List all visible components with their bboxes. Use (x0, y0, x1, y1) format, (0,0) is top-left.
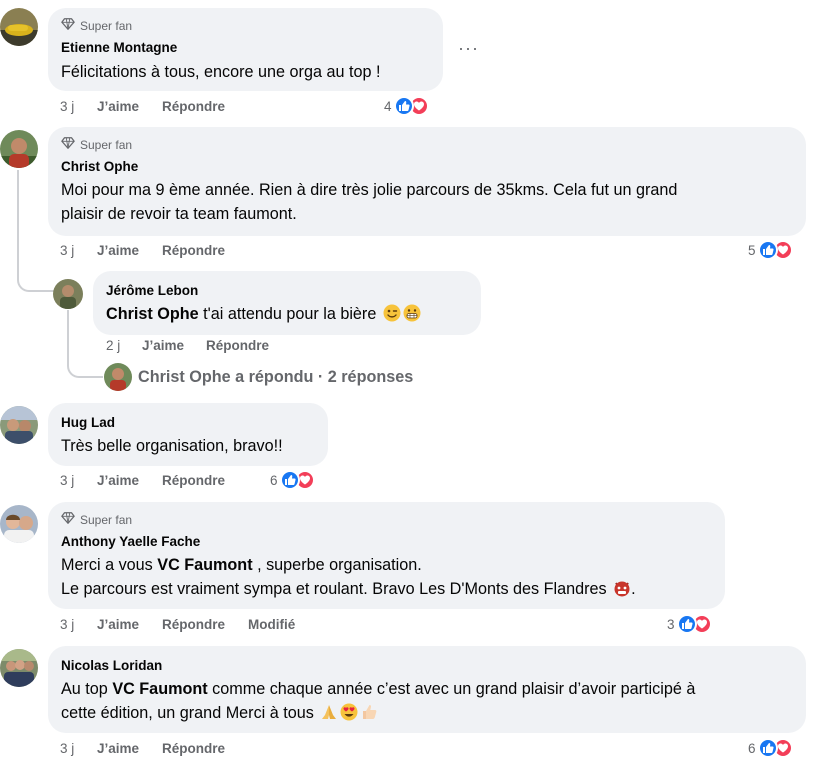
reactions-summary[interactable]: 6 (270, 470, 315, 490)
view-replies-link[interactable]: Christ Ophe a répondu · 2 réponses (138, 368, 413, 387)
reactions-summary[interactable]: 5 (748, 240, 793, 260)
comment-text: Très belle organisation, bravo!! (61, 437, 283, 455)
badge-label: Super fan (80, 18, 133, 33)
reply-button[interactable]: Répondre (162, 741, 225, 756)
like-button[interactable]: J’aime (97, 741, 139, 756)
reactions-summary[interactable]: 6 (748, 738, 793, 758)
reactions-count: 5 (748, 242, 756, 258)
mention-link[interactable]: Christ Ophe (106, 305, 199, 323)
comment-text: Moi pour ma 9 ème année. Rien à dire trè… (61, 181, 678, 223)
comment-author[interactable]: Anthony Yaelle Fache (61, 534, 200, 549)
badge-label: Super fan (80, 512, 133, 527)
reply-text: Christ Ophe t'ai attendu pour la bière (106, 302, 421, 326)
reactions-count: 6 (270, 472, 278, 488)
thumbs-up-icon (279, 470, 300, 490)
avatar[interactable] (53, 279, 83, 309)
reply-button[interactable]: Répondre (162, 473, 225, 488)
comment-text: Félicitations à tous, encore une orga au… (61, 63, 381, 81)
like-button[interactable]: J’aime (142, 338, 184, 353)
thumbs-up-emoji (360, 703, 378, 721)
avatar[interactable] (0, 8, 38, 46)
reply-button[interactable]: Répondre (206, 338, 269, 353)
thumbs-up-icon (757, 738, 778, 758)
more-options-icon[interactable]: ··· (458, 38, 479, 59)
avatar[interactable] (0, 505, 38, 543)
super-fan-badge[interactable]: Super fan (61, 511, 132, 528)
comment-time[interactable]: 3 j (60, 99, 74, 114)
reactions-count: 6 (748, 740, 756, 756)
avatar[interactable] (0, 130, 38, 168)
reactions-summary[interactable]: 4 (384, 96, 429, 116)
comment-text: Merci a vous VC Faumont , superbe organi… (61, 556, 636, 598)
reply-button[interactable]: Répondre (162, 99, 225, 114)
diamond-icon (61, 17, 75, 34)
super-fan-badge[interactable]: Super fan (61, 17, 132, 34)
comment-text: Au top VC Faumont comme chaque année c’e… (61, 680, 696, 722)
edited-label[interactable]: Modifié (248, 617, 295, 632)
comment-author[interactable]: Christ Ophe (61, 159, 138, 174)
heart-eyes-emoji (340, 703, 358, 721)
badge-label: Super fan (80, 137, 133, 152)
comment-author[interactable]: Etienne Montagne (61, 40, 177, 55)
reply-button[interactable]: Répondre (162, 617, 225, 632)
like-button[interactable]: J’aime (97, 99, 139, 114)
comment-time[interactable]: 3 j (60, 243, 74, 258)
mention-link[interactable]: VC Faumont (157, 556, 252, 574)
grimacing-face-emoji (403, 304, 421, 322)
avatar[interactable] (104, 363, 132, 391)
super-fan-badge[interactable]: Super fan (61, 136, 132, 153)
comment-author[interactable]: Hug Lad (61, 415, 115, 430)
mention-link[interactable]: VC Faumont (112, 680, 207, 698)
thumbs-up-icon (393, 96, 414, 116)
comment-time[interactable]: 3 j (60, 473, 74, 488)
reply-button[interactable]: Répondre (162, 243, 225, 258)
avatar[interactable] (0, 406, 38, 444)
like-button[interactable]: J’aime (97, 243, 139, 258)
ogre-emoji (613, 579, 631, 597)
thumbs-up-icon (676, 614, 697, 634)
reactions-count: 4 (384, 98, 392, 114)
avatar[interactable] (0, 649, 38, 687)
thumbs-up-icon (757, 240, 778, 260)
thread-connector (17, 170, 57, 292)
folded-hands-emoji (320, 703, 338, 721)
winking-face-emoji (383, 304, 401, 322)
like-button[interactable]: J’aime (97, 473, 139, 488)
reactions-summary[interactable]: 3 (667, 614, 712, 634)
diamond-icon (61, 511, 75, 528)
diamond-icon (61, 136, 75, 153)
reply-time[interactable]: 2 j (106, 338, 120, 353)
reply-author[interactable]: Jérôme Lebon (106, 283, 198, 298)
comment-author[interactable]: Nicolas Loridan (61, 658, 162, 673)
reactions-count: 3 (667, 616, 675, 632)
comment-time[interactable]: 3 j (60, 617, 74, 632)
like-button[interactable]: J’aime (97, 617, 139, 632)
comment-time[interactable]: 3 j (60, 741, 74, 756)
